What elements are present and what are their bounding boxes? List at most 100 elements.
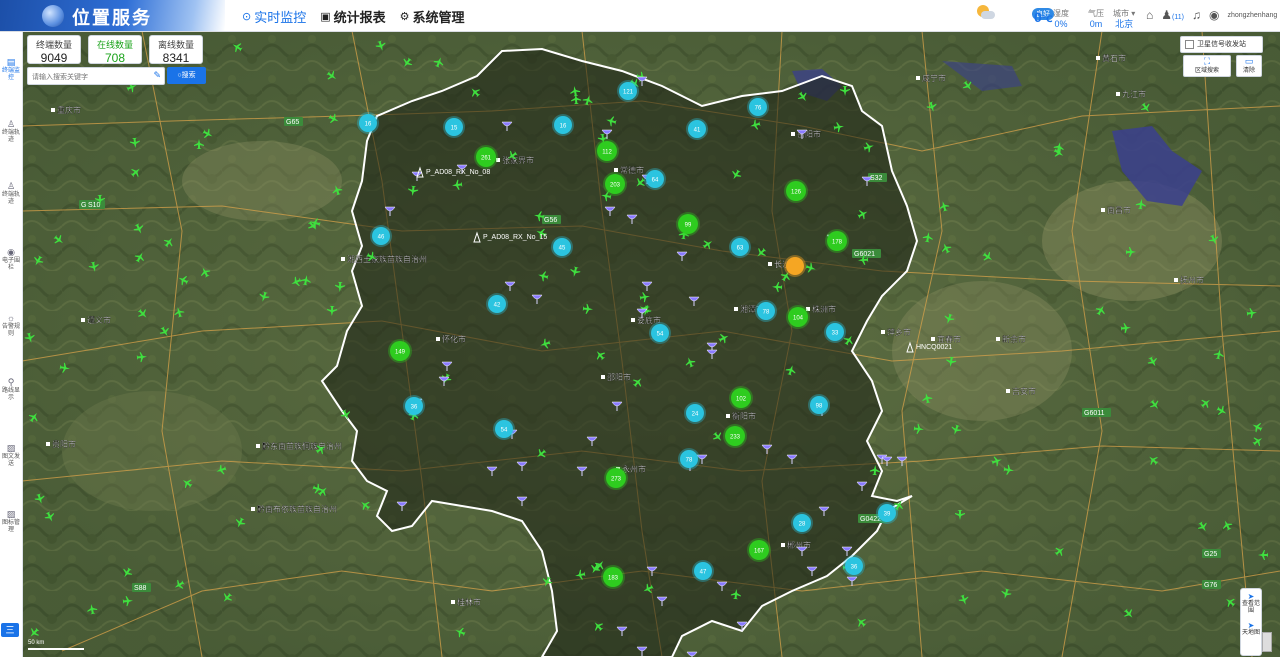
sidebar-item-terminal-track-2[interactable]: ♙ 终端轨迹 bbox=[0, 182, 22, 206]
station-name: P_AD08_RX_No_08 bbox=[426, 169, 490, 176]
cluster-marker[interactable]: 33 bbox=[824, 321, 846, 343]
user-avatar-icon[interactable]: ◉ bbox=[1209, 8, 1219, 22]
road-code: G76 bbox=[1204, 582, 1217, 589]
cluster-marker[interactable]: 24 bbox=[684, 402, 706, 424]
users-icon: ♟ bbox=[1161, 8, 1173, 22]
cluster-marker[interactable]: 47 bbox=[692, 560, 714, 582]
alert-users[interactable]: ♟(11) bbox=[1161, 8, 1184, 22]
nav-statistics-report[interactable]: ▣ 统计报表 bbox=[320, 7, 385, 26]
route-icon: ♙ bbox=[6, 119, 16, 129]
signal-station-marker[interactable]: P_AD08_RX_No_08 bbox=[416, 166, 490, 178]
cluster-marker[interactable]: 104 bbox=[786, 305, 810, 329]
home-icon[interactable]: ⌂ bbox=[1146, 8, 1153, 22]
cluster-marker[interactable]: 42 bbox=[486, 293, 508, 315]
satellite-station-toggle[interactable]: 卫星信号收发站 bbox=[1180, 36, 1263, 53]
nav-label: 实时监控 bbox=[254, 10, 307, 25]
cluster-marker[interactable]: 112 bbox=[595, 139, 619, 163]
cluster-marker[interactable]: 149 bbox=[388, 339, 412, 363]
nav-realtime-monitor[interactable]: ⊙ 实时监控 bbox=[242, 7, 306, 26]
cluster-marker[interactable]: 16 bbox=[357, 112, 379, 134]
cluster-marker[interactable]: 167 bbox=[747, 538, 771, 562]
road-code: S88 bbox=[134, 585, 147, 592]
cluster-marker[interactable]: 15 bbox=[443, 116, 465, 138]
region-search-button[interactable]: ⛶ 区域搜索 bbox=[1183, 55, 1231, 77]
sidebar-item-route-display[interactable]: ⚲ 路线显示 bbox=[0, 378, 22, 402]
road-code: G6021 bbox=[854, 251, 875, 258]
pick-location-icon[interactable]: ✎ bbox=[153, 70, 161, 81]
cluster-marker[interactable]: 76 bbox=[747, 96, 769, 118]
sidebar-toggle-button[interactable]: 三 bbox=[1, 623, 19, 637]
clear-label: 清除 bbox=[1242, 68, 1255, 74]
search-button-label: 搜索 bbox=[181, 72, 196, 79]
signal-station-marker[interactable]: P_AD08_RX_No_15 bbox=[473, 231, 547, 243]
cluster-count: 47 bbox=[700, 570, 707, 576]
cluster-count: 149 bbox=[395, 350, 406, 356]
cluster-marker[interactable]: 39 bbox=[876, 502, 898, 524]
cluster-marker[interactable]: 16 bbox=[552, 114, 574, 136]
search-input[interactable] bbox=[28, 70, 151, 85]
cluster-marker[interactable]: 28 bbox=[791, 512, 813, 534]
tool-label: 查看范围 bbox=[1241, 601, 1260, 614]
cluster-marker[interactable]: 102 bbox=[729, 386, 753, 410]
cluster-marker[interactable]: 273 bbox=[604, 466, 628, 490]
cluster-count: 42 bbox=[494, 303, 501, 309]
cluster-marker[interactable]: 126 bbox=[784, 179, 808, 203]
nav-system-management[interactable]: ⚙ 系统管理 bbox=[400, 7, 465, 26]
tool-label: 天地图 bbox=[1241, 630, 1260, 636]
stat-label: 在线数量 bbox=[96, 40, 133, 50]
city-label: 张家界市 bbox=[496, 155, 534, 165]
sidebar-item-icon-manage[interactable]: ▨ 图标管理 bbox=[0, 510, 22, 534]
search-button[interactable]: ○搜索 bbox=[167, 67, 206, 84]
road-shield: G56 bbox=[542, 215, 561, 224]
cluster-marker[interactable]: 98 bbox=[808, 394, 830, 416]
cluster-count: 126 bbox=[791, 190, 802, 196]
clear-button[interactable]: ▭ 清除 bbox=[1236, 55, 1262, 77]
cluster-marker[interactable]: 41 bbox=[686, 118, 708, 140]
cluster-marker[interactable]: 63 bbox=[729, 236, 751, 258]
clear-icon: ▭ bbox=[1244, 56, 1254, 66]
city-name: 抚州市 bbox=[1180, 275, 1204, 285]
sidebar-item-alarm-rules[interactable]: ☼ 告警规则 bbox=[0, 314, 22, 338]
city-name: 衡阳市 bbox=[732, 411, 756, 421]
cluster-marker[interactable]: 46 bbox=[370, 225, 392, 247]
road-code: G56 bbox=[544, 217, 557, 224]
cluster-marker[interactable]: 78 bbox=[678, 448, 700, 470]
tool-tianditu[interactable]: ➤ 天地图 bbox=[1241, 621, 1261, 637]
stat-value: 9049 bbox=[40, 51, 68, 65]
city-name: 黄石市 bbox=[1102, 53, 1126, 63]
cluster-marker[interactable]: 64 bbox=[644, 168, 666, 190]
sidebar-item-terminal-monitor[interactable]: ▤ 终端监控 bbox=[0, 58, 22, 82]
sidebar-item-image-send[interactable]: ▨ 图文发送 bbox=[0, 444, 22, 468]
cluster-marker[interactable]: 178 bbox=[825, 229, 849, 253]
road-code: G6011 bbox=[1084, 410, 1105, 417]
sidebar-item-geofence[interactable]: ◉ 电子围栏 bbox=[0, 248, 22, 272]
cluster-marker[interactable]: 36 bbox=[403, 395, 425, 417]
tool-view-range[interactable]: ➤ 查看范围 bbox=[1241, 592, 1261, 615]
cluster-marker[interactable]: 99 bbox=[676, 212, 700, 236]
cluster-marker[interactable]: 54 bbox=[649, 322, 671, 344]
cluster-marker[interactable]: 45 bbox=[551, 236, 573, 258]
cluster-marker[interactable]: 261 bbox=[474, 145, 498, 169]
bell-icon[interactable]: ♫ bbox=[1192, 8, 1201, 22]
cluster-marker[interactable]: 78 bbox=[755, 300, 777, 322]
cluster-count: 99 bbox=[685, 223, 692, 229]
cluster-marker[interactable]: 203 bbox=[603, 172, 627, 196]
pressure: 气压 0m bbox=[1088, 8, 1104, 30]
satellite-map[interactable]: 重庆市 遵义市 贵阳市 张家界市 常德市 岳阳市 长沙市 湘潭市 株洲市 娄底市 怀化市 邵阳市 衡阳市… bbox=[22, 31, 1280, 657]
cluster-marker[interactable]: 54 bbox=[493, 418, 515, 440]
sidebar-item-label: 图文发送 bbox=[1, 454, 20, 467]
cluster-marker[interactable]: 121 bbox=[617, 80, 639, 102]
cluster-count: 98 bbox=[816, 404, 823, 410]
map-scroll-handle[interactable] bbox=[1262, 632, 1272, 652]
city-selector[interactable]: 城市 ▾ 北京 bbox=[1113, 8, 1135, 30]
city-name: 九江市 bbox=[1122, 89, 1146, 99]
cluster-marker[interactable]: 233 bbox=[723, 424, 747, 448]
sidebar-item-terminal-track[interactable]: ♙ 终端轨迹 bbox=[0, 119, 22, 144]
region-select-icon: ⛶ bbox=[1203, 56, 1211, 66]
scale-label: 50 km bbox=[28, 640, 45, 646]
cluster-marker-highlight[interactable] bbox=[784, 255, 806, 277]
username[interactable]: zhongzhenhang bbox=[1227, 12, 1277, 19]
cluster-marker[interactable]: 36 bbox=[843, 555, 865, 577]
checkbox[interactable] bbox=[1185, 39, 1194, 49]
cluster-marker[interactable]: 183 bbox=[601, 565, 625, 589]
